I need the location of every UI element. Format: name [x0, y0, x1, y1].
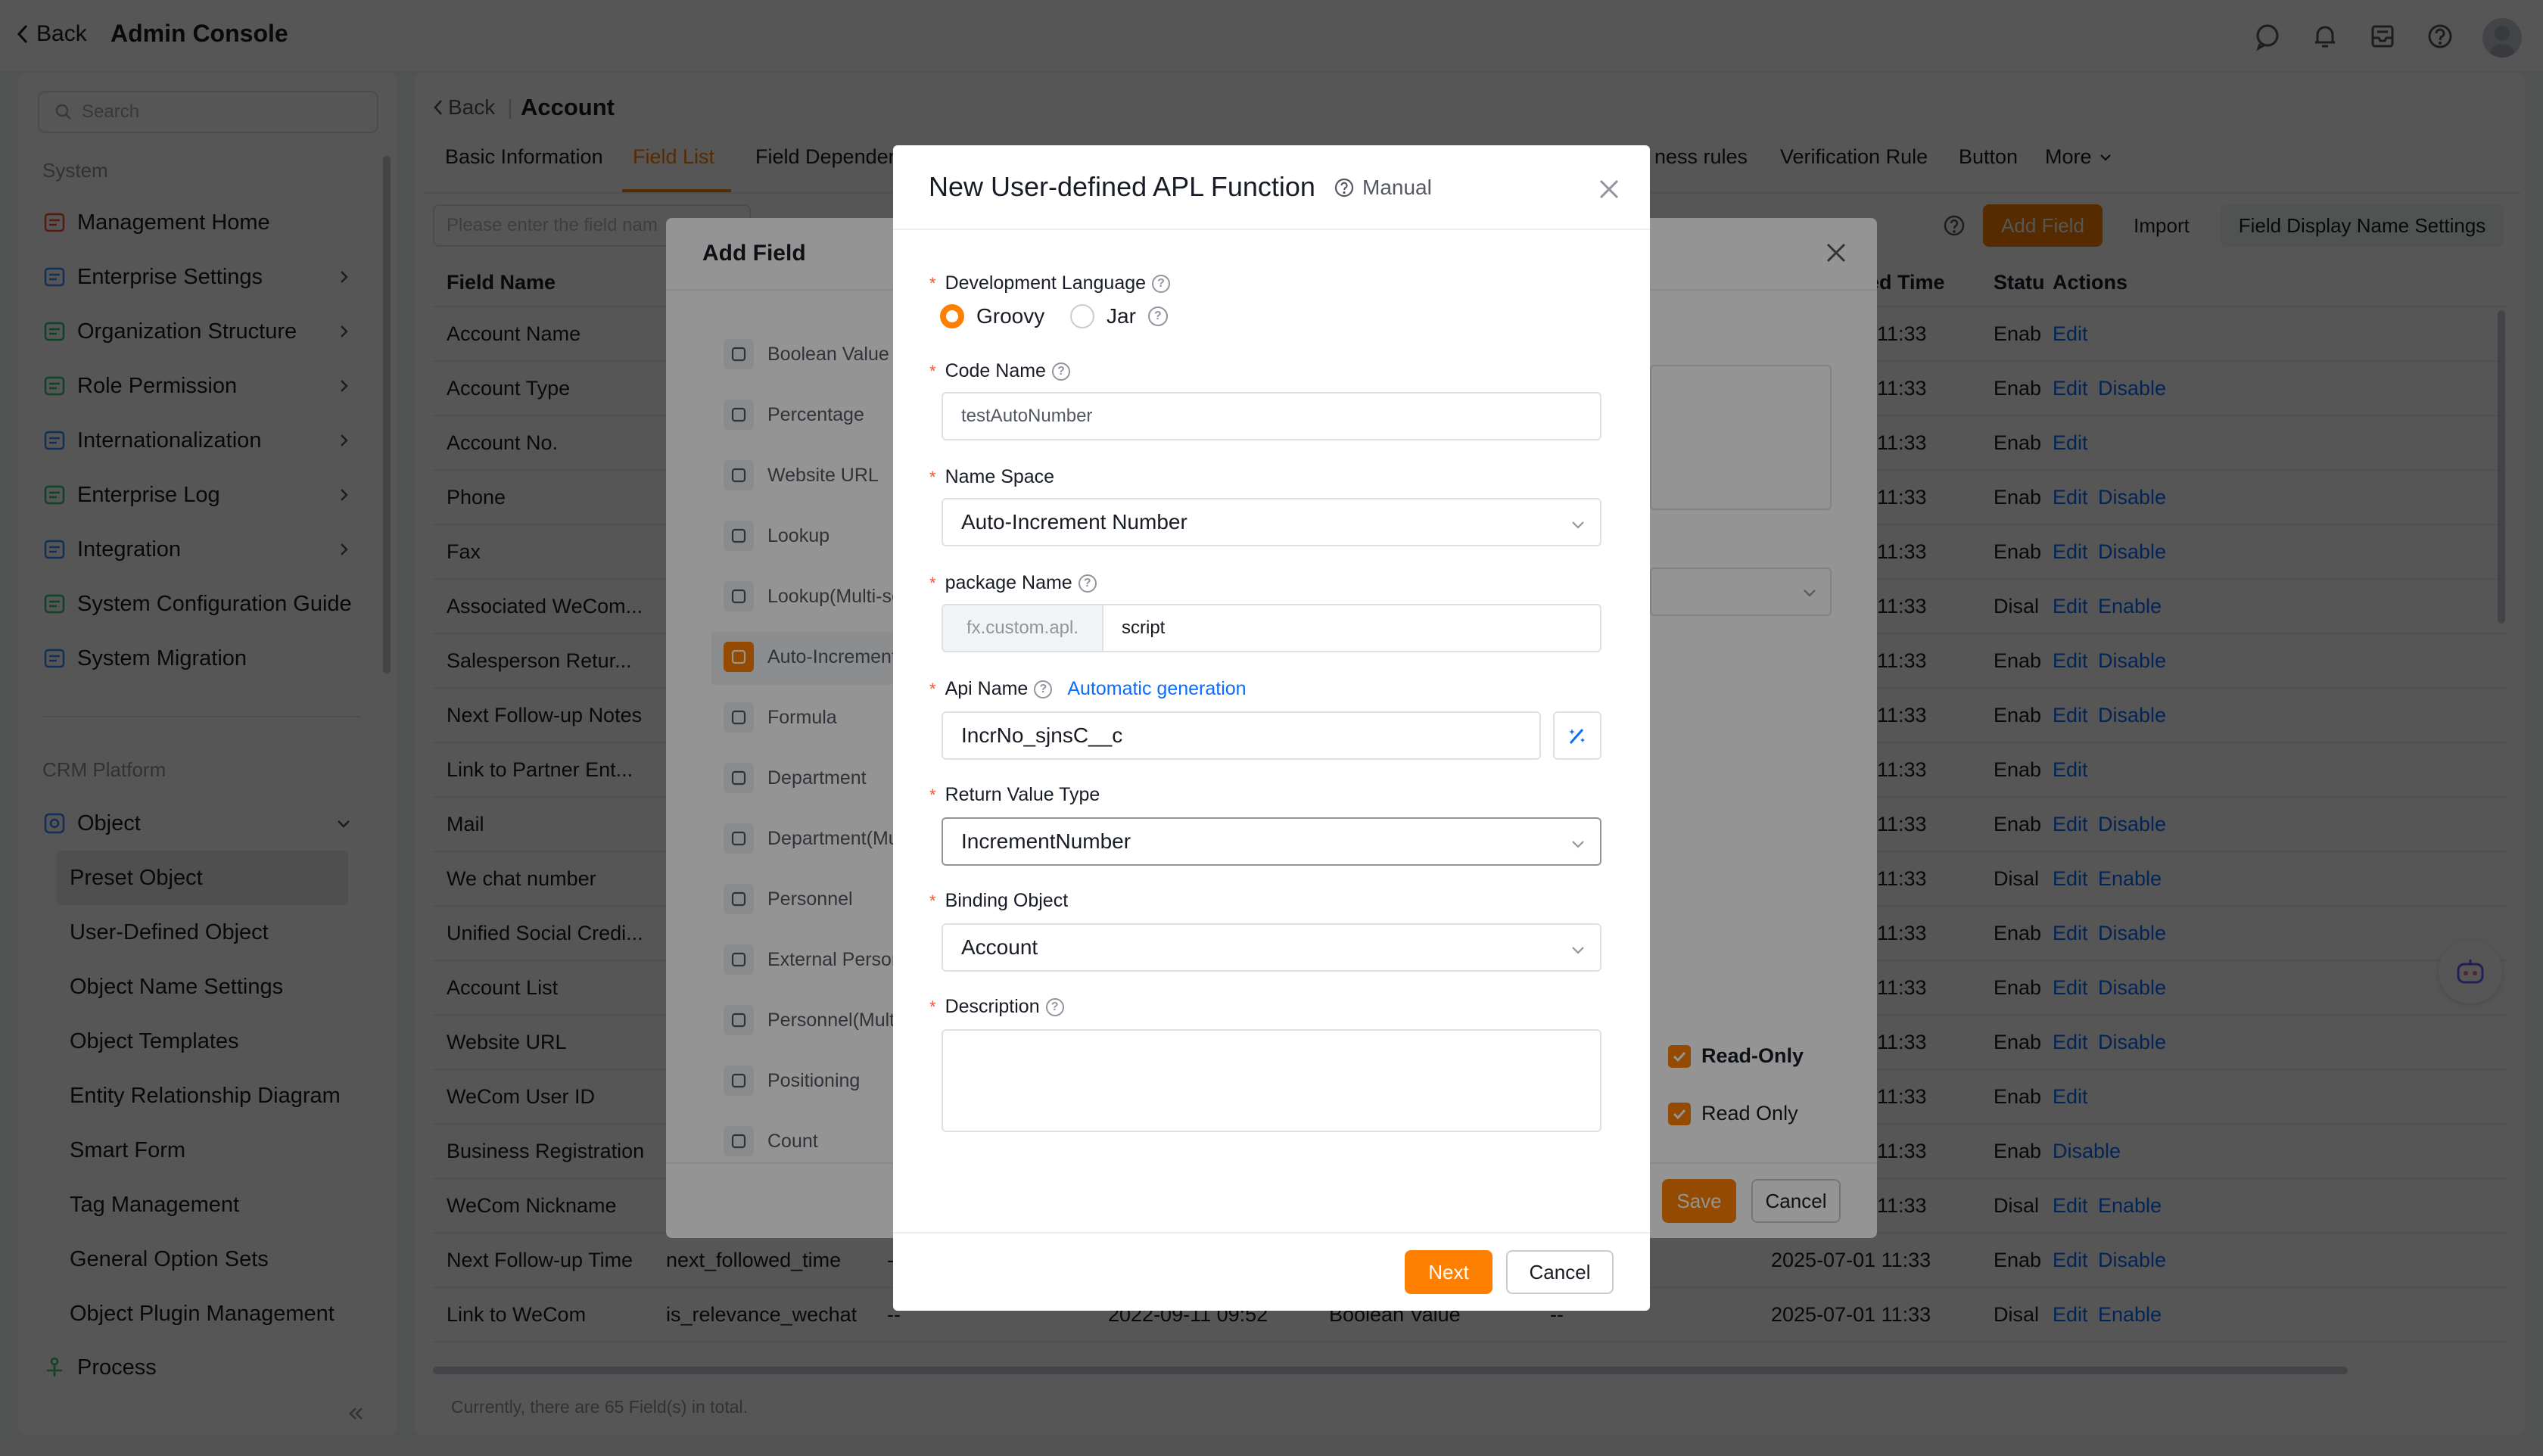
radio-label: Jar — [1107, 304, 1136, 328]
automatic-generation-link[interactable]: Automatic generation — [1067, 678, 1246, 700]
label-text: package Name — [945, 572, 1072, 593]
dialog-title: New User-defined APL Function — [929, 171, 1315, 202]
radio-label: Groovy — [976, 304, 1045, 328]
required-mark: * — [929, 785, 936, 804]
radio-groovy[interactable]: Groovy — [940, 304, 1044, 328]
label-text: Code Name — [945, 360, 1046, 381]
required-mark: * — [929, 997, 936, 1016]
label-text: Api Name — [945, 678, 1029, 699]
required-mark: * — [929, 273, 936, 293]
select-value: Account — [961, 935, 1038, 959]
required-mark: * — [929, 361, 936, 381]
api-name-input[interactable]: IncrNo_sjnsC__c — [942, 711, 1541, 760]
manual-label: Manual — [1362, 176, 1432, 199]
cancel-button[interactable]: Cancel — [1506, 1250, 1614, 1294]
help-icon: ? — [1051, 362, 1070, 381]
radio-jar[interactable]: Jar ? — [1070, 304, 1168, 328]
help-icon: ? — [1147, 306, 1168, 326]
close-icon[interactable] — [1597, 177, 1621, 201]
binding-object-label: * Binding Object — [929, 890, 1068, 912]
radio-unchecked-icon — [1070, 304, 1094, 328]
help-icon: ? — [1045, 997, 1064, 1016]
return-type-label: * Return Value Type — [929, 784, 1100, 806]
namespace-label: * Name Space — [929, 466, 1054, 488]
package-prefix: fx.custom.apl. — [942, 604, 1103, 652]
magic-wand-icon[interactable] — [1553, 711, 1601, 760]
label-text: Binding Object — [945, 890, 1069, 911]
return-type-select[interactable]: IncrementNumber — [942, 817, 1601, 866]
package-name-label: * package Name ? — [929, 572, 1097, 594]
next-button[interactable]: Next — [1405, 1250, 1492, 1294]
divider — [893, 1232, 1650, 1234]
manual-link[interactable]: Manual — [1334, 176, 1432, 200]
description-textarea[interactable] — [942, 1029, 1601, 1132]
help-icon: ? — [1152, 274, 1171, 293]
divider — [893, 229, 1650, 230]
help-icon — [1334, 177, 1355, 198]
label-text: Description — [945, 996, 1040, 1017]
chevron-down-icon — [1570, 835, 1586, 852]
required-mark: * — [929, 573, 936, 593]
dev-language-label: * Development Language ? — [929, 272, 1171, 294]
chevron-down-icon — [1570, 516, 1586, 533]
radio-checked-icon — [940, 304, 964, 328]
select-value: IncrementNumber — [961, 829, 1131, 853]
select-value: Auto-Increment Number — [961, 510, 1187, 534]
code-name-input[interactable]: testAutoNumber — [942, 392, 1601, 440]
binding-object-select[interactable]: Account — [942, 923, 1601, 972]
required-mark: * — [929, 891, 936, 910]
code-name-label: * Code Name ? — [929, 360, 1070, 382]
package-name-input[interactable]: script — [1102, 604, 1601, 652]
api-name-label: * Api Name ? Automatic generation — [929, 678, 1247, 700]
label-text: Name Space — [945, 466, 1055, 487]
description-label: * Description ? — [929, 996, 1064, 1018]
required-mark: * — [929, 467, 936, 487]
required-mark: * — [929, 679, 936, 698]
chevron-down-icon — [1570, 941, 1586, 958]
help-icon: ? — [1034, 680, 1053, 698]
namespace-select[interactable]: Auto-Increment Number — [942, 498, 1601, 546]
label-text: Development Language — [945, 272, 1147, 294]
help-icon: ? — [1078, 574, 1097, 593]
label-text: Return Value Type — [945, 784, 1100, 805]
